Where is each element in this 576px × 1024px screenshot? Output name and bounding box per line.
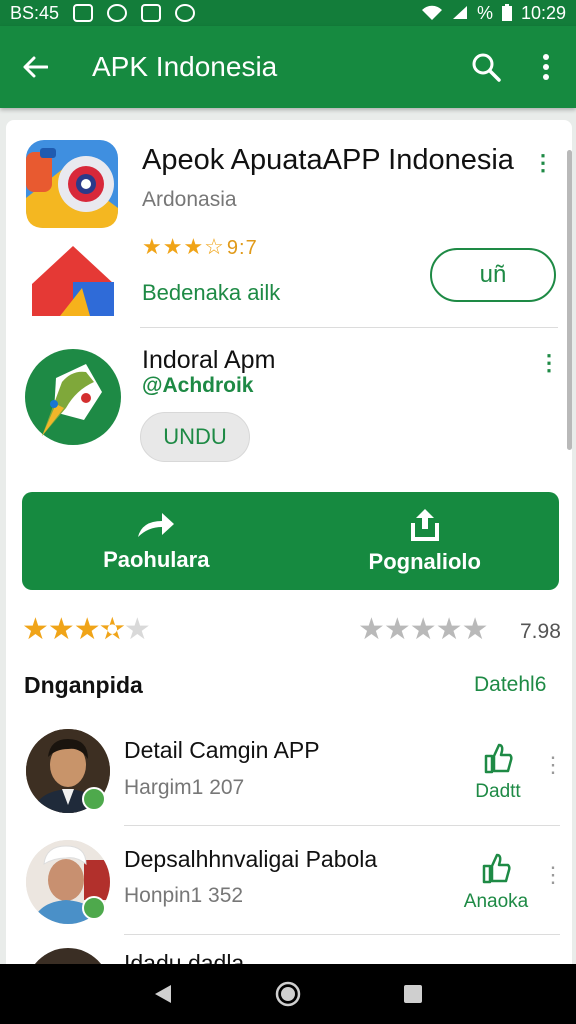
upload-icon [410, 509, 439, 541]
nav-back-button[interactable] [141, 972, 185, 1016]
battery-icon [501, 4, 512, 21]
search-button[interactable] [456, 26, 516, 108]
nav-recents-icon [404, 985, 423, 1003]
thumbs-up-icon [484, 743, 513, 774]
featured-app-rating-number: 9:7 [226, 237, 258, 259]
second-app-handle: @Achdroik [142, 374, 254, 397]
home-app-icon[interactable] [30, 242, 116, 318]
status-time: 10:29 [520, 2, 566, 23]
second-app-more-icon[interactable]: ⋮ [538, 350, 560, 376]
share-arrow-icon [138, 513, 175, 537]
more-vert-icon [543, 54, 549, 80]
second-app-title: Indoral Apm [142, 346, 276, 374]
user-rating-stars[interactable]: ★★★✫★ [22, 612, 151, 647]
nav-back-icon [154, 985, 171, 1003]
featured-app-rating: ★★★☆ 9:7 [142, 234, 258, 260]
divider [124, 934, 560, 935]
camera-app-icon[interactable] [24, 138, 120, 230]
review-like-button[interactable]: Dadtt [458, 742, 538, 803]
app-bar-title: APK Indonesia [92, 51, 278, 82]
review-like-label: Anaoka [463, 891, 529, 912]
nav-home-button[interactable] [266, 972, 310, 1016]
status-left-text: BS:45 [10, 2, 60, 23]
upload-action-button[interactable]: Pognaliolo [291, 492, 560, 590]
back-button[interactable] [0, 26, 70, 108]
featured-app-title: Apeok ApuataAPP Indonesia [142, 144, 514, 176]
status-bar: BS:45 % 10:29 [0, 0, 576, 26]
nav-recents-button[interactable] [391, 972, 435, 1016]
featured-app-stars: ★★★☆ [142, 234, 225, 259]
message-icon [73, 4, 94, 22]
review-like-label: Dadtt [475, 781, 521, 802]
reviews-section-link[interactable]: Datehl6 [474, 673, 546, 697]
search-icon [472, 53, 501, 82]
featured-app-tagline: Bedenaka ailk [142, 280, 281, 305]
whatsapp-icon [107, 4, 128, 22]
action-panel: Paohulara Pognaliolo [22, 492, 559, 590]
featured-app-subtitle: Ardonasia [142, 188, 237, 211]
verified-badge-icon [82, 787, 106, 811]
review-more-icon[interactable]: ⋮ [542, 752, 564, 778]
scrollbar[interactable] [567, 150, 572, 450]
review-author-name: Detail Camgin APP [124, 737, 320, 763]
divider [140, 327, 558, 328]
review-meta: Honpin1 352 [124, 884, 244, 907]
review-more-icon[interactable]: ⋮ [542, 862, 564, 888]
back-arrow-icon [23, 56, 48, 78]
wifi-icon [421, 5, 442, 20]
verified-badge-icon [82, 896, 106, 920]
app-bar: APK Indonesia [0, 26, 576, 108]
upload-action-label: Pognaliolo [368, 549, 481, 574]
share-action-button[interactable]: Paohulara [22, 492, 291, 590]
reviews-section-title: Dnganpida [24, 672, 143, 698]
review-author-name: Depsalhhnvaligai Pabola [124, 846, 378, 872]
nav-home-icon [275, 981, 301, 1007]
thumbs-up-icon [482, 853, 511, 884]
overflow-menu-button[interactable] [516, 26, 576, 108]
bird-app-icon[interactable] [24, 348, 122, 446]
rating-number: 7.98 [520, 620, 561, 643]
featured-app-more-icon[interactable]: ⋮ [532, 150, 554, 176]
battery-percent: % [476, 2, 493, 23]
overall-rating-stars: ★★★★★ [358, 613, 488, 646]
share-action-label: Paohulara [103, 547, 210, 572]
location-icon [175, 4, 196, 22]
review-like-button[interactable]: Anaoka [456, 852, 536, 913]
system-nav-bar [0, 964, 576, 1024]
featured-app-install-button[interactable]: uñ [430, 248, 556, 302]
second-app-download-button[interactable]: UNDU [140, 412, 250, 462]
image-icon [141, 4, 162, 22]
review-meta: Hargim1 207 [124, 776, 245, 799]
signal-icon [452, 6, 467, 19]
divider [124, 825, 560, 826]
